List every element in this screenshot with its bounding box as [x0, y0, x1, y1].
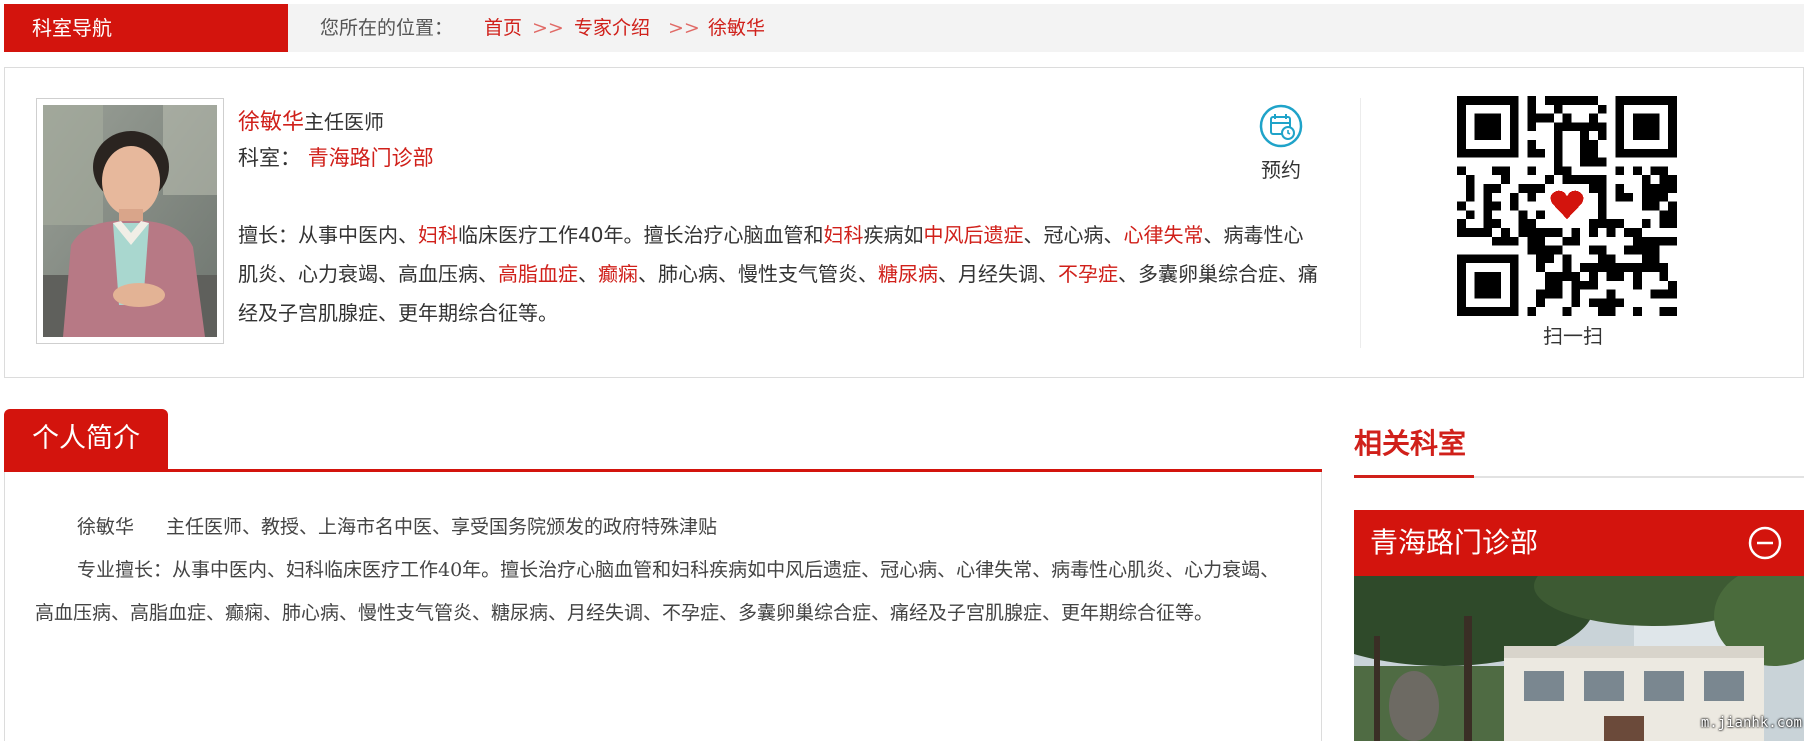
profile-bio: 徐敏华 主任医师、教授、上海市名中医、享受国务院颁发的政府特殊津贴 专业擅长：从事…: [35, 506, 1295, 635]
speciality-link[interactable]: 高脂血症: [498, 262, 578, 286]
breadcrumb-current[interactable]: 徐敏华: [708, 4, 765, 52]
bio-paragraph: 徐敏华 主任医师、教授、上海市名中医、享受国务院颁发的政府特殊津贴: [35, 506, 1295, 549]
dept-photo: m.jianhk.com: [1354, 576, 1804, 741]
minus-circle-icon[interactable]: [1748, 526, 1782, 560]
scan-label: 扫一扫: [1543, 324, 1603, 348]
card-divider: [1360, 98, 1361, 348]
breadcrumb-separator: >>: [532, 17, 564, 39]
dept-label: 科室：: [238, 146, 301, 170]
speciality-link[interactable]: 糖尿病: [878, 262, 938, 286]
doctor-speciality: 擅长：从事中医内、妇科临床医疗工作40年。擅长治疗心脑血管和妇科疾病如中风后遗症…: [238, 216, 1323, 333]
speciality-link[interactable]: 妇科: [823, 223, 863, 247]
related-divider-accent: [1354, 475, 1474, 478]
dept-link[interactable]: 青海路门诊部: [308, 146, 434, 170]
doctor-name-line: 徐敏华主任医师: [238, 104, 384, 136]
related-dept-name: 青海路门诊部: [1370, 526, 1539, 559]
bio-paragraph: 专业擅长：从事中医内、妇科临床医疗工作40年。擅长治疗心脑血管和妇科疾病如中风后…: [35, 559, 1280, 624]
dept-nav-title[interactable]: 科室导航: [4, 4, 288, 52]
breadcrumb-home-link[interactable]: 首页: [484, 4, 522, 52]
speciality-link[interactable]: 妇科: [418, 223, 458, 247]
qr-code: [1457, 96, 1677, 320]
speciality-text: 临床医疗工作40年。擅长治疗心脑血管和: [458, 223, 824, 247]
speciality-text: 疾病如: [863, 223, 924, 247]
doctor-photo: [43, 105, 217, 337]
speciality-text: 、: [578, 262, 598, 286]
speciality-link[interactable]: 不孕症: [1058, 262, 1118, 286]
speciality-text: 、冠心病、: [1023, 223, 1124, 247]
calendar-clock-icon: [1259, 104, 1303, 148]
speciality-link[interactable]: 中风后遗症: [923, 223, 1023, 247]
doctor-card: 徐敏华主任医师 科室： 青海路门诊部 预约 擅长：从事中医内、妇科临床医疗工作4…: [4, 67, 1804, 378]
bio-titles: 主任医师、教授、上海市名中医、享受国务院颁发的政府特殊津贴: [166, 516, 718, 538]
speciality-text: 从事中医内、: [298, 223, 418, 247]
speciality-link[interactable]: 心律失常: [1123, 223, 1203, 247]
doctor-title: 主任医师: [304, 110, 385, 134]
doctor-name[interactable]: 徐敏华: [238, 110, 304, 135]
related-dept-title: 相关科室: [1354, 428, 1467, 459]
doctor-photo-frame: [36, 98, 224, 344]
speciality-text: 、肺心病、慢性支气管炎、: [638, 262, 878, 286]
speciality-prefix: 擅长：: [238, 223, 298, 247]
breadcrumb-experts-link[interactable]: 专家介绍: [574, 4, 650, 52]
speciality-link[interactable]: 癫痫: [598, 262, 638, 286]
breadcrumb-label: 您所在的位置：: [320, 17, 454, 39]
booking-button[interactable]: 预约: [1251, 104, 1311, 183]
breadcrumb-separator: >>: [668, 17, 700, 39]
booking-label: 预约: [1261, 158, 1301, 182]
bio-name: 徐敏华: [77, 516, 135, 538]
speciality-text: 、月经失调、: [938, 262, 1058, 286]
breadcrumb: 您所在的位置： 首页 >> 专家介绍 >> 徐敏华: [288, 4, 1804, 52]
watermark: m.jianhk.com: [1700, 715, 1802, 731]
profile-content: 徐敏华 主任医师、教授、上海市名中医、享受国务院颁发的政府特殊津贴 专业擅长：从事…: [4, 472, 1322, 741]
doctor-dept-line: 科室： 青海路门诊部: [238, 142, 434, 172]
related-dept-item[interactable]: 青海路门诊部: [1354, 510, 1804, 576]
tab-profile[interactable]: 个人简介: [4, 409, 168, 469]
